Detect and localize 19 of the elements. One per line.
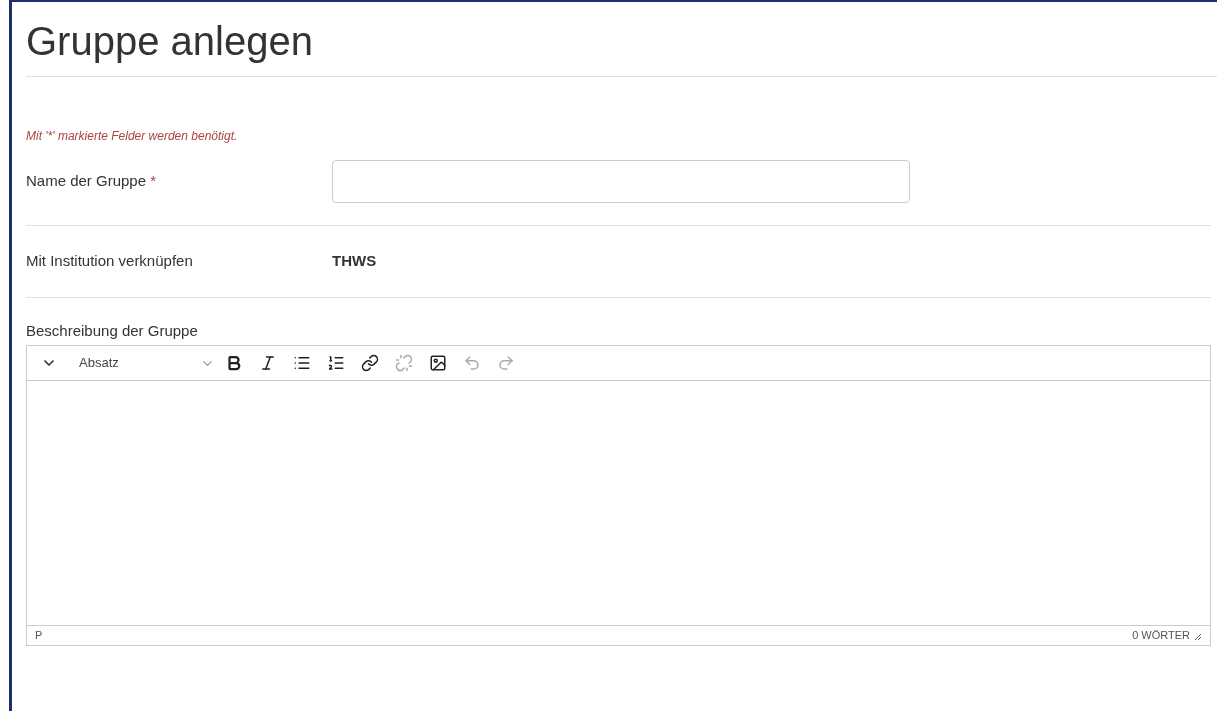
word-count: 0 WÖRTER (1132, 628, 1190, 644)
bold-icon (225, 354, 243, 372)
bullet-list-icon (293, 354, 311, 372)
element-path: P (35, 628, 43, 644)
format-select[interactable]: Absatz (65, 350, 215, 376)
input-field[interactable] (332, 160, 910, 203)
undo-icon (463, 354, 481, 372)
field-label: Mit Institution verknüpfen (26, 251, 194, 271)
unlink-icon (395, 354, 413, 372)
numbered-list-icon (327, 354, 345, 372)
institution-value: THWS (332, 251, 377, 271)
link-icon (361, 354, 379, 372)
italic-icon (259, 354, 277, 372)
page-title: Gruppe anlegen (26, 2, 1217, 77)
field-label: Name der Gruppe * (26, 171, 158, 192)
required-fields-note: Mit '*' markierte Felder werden benötigt. (26, 128, 238, 145)
redo-icon (497, 354, 515, 372)
field-label: Beschreibung der Gruppe (26, 320, 198, 341)
image-icon (429, 354, 447, 372)
